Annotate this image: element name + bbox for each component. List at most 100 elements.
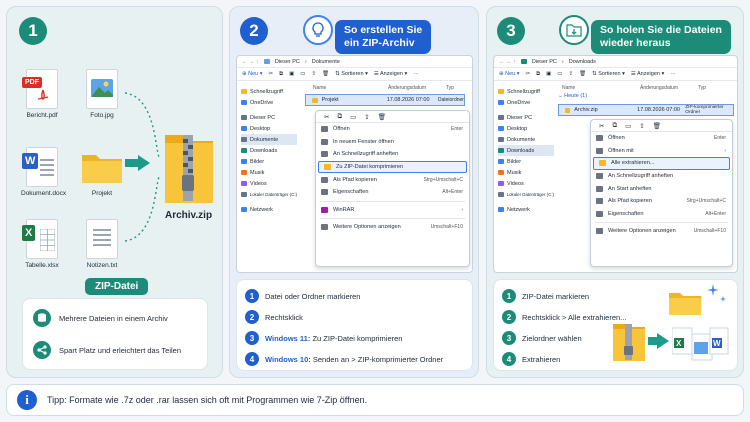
- sidebar-item[interactable]: Netzwerk: [241, 204, 297, 215]
- sidebar-item-active[interactable]: Downloads: [498, 145, 554, 156]
- copy-icon[interactable]: ⧉: [536, 71, 540, 78]
- rename-icon[interactable]: ▭: [557, 71, 562, 77]
- menu-item-pin-quick-access[interactable]: An Schnellzugriff anheften: [316, 148, 469, 161]
- delete-icon[interactable]: 🗑: [653, 122, 661, 130]
- delete-icon[interactable]: 🗑: [579, 71, 586, 77]
- menu-item-properties[interactable]: Eigenschaften Alt+Enter: [591, 208, 732, 221]
- sidebar-item[interactable]: OneDrive: [241, 97, 297, 108]
- sort-label: Sortieren: [598, 71, 621, 77]
- sidebar-item[interactable]: Musik: [241, 167, 297, 178]
- steps-box: 1 Datei oder Ordner markieren 2 Rechtsklic…: [236, 279, 473, 371]
- more-icon[interactable]: ···: [413, 71, 419, 77]
- rename-icon[interactable]: ▭: [625, 122, 631, 130]
- info-icon: i: [17, 390, 37, 410]
- sidebar-item[interactable]: Lokaler Datenträger (C:): [498, 189, 554, 200]
- copy-path-icon: [596, 198, 603, 205]
- copy-icon[interactable]: ⧉: [337, 113, 342, 121]
- sidebar-item[interactable]: Desktop: [241, 123, 297, 134]
- sidebar-item[interactable]: Bilder: [498, 156, 554, 167]
- share-icon[interactable]: ⇪: [311, 71, 316, 77]
- menu-item-copy-path[interactable]: Als Pfad kopieren Strg+Umschalt+C: [316, 173, 469, 186]
- delete-icon[interactable]: 🗑: [378, 113, 386, 121]
- view-label: Anzeigen: [637, 71, 660, 77]
- paste-icon[interactable]: ▣: [289, 71, 294, 77]
- step-number-2: 2: [240, 17, 268, 45]
- address-bar[interactable]: ← → ↑ Dieser PC › Dokumente: [237, 56, 472, 68]
- selected-row-projekt[interactable]: Projekt 17.08.2026 07:00 Dateiordner: [305, 94, 465, 106]
- properties-icon: [321, 189, 328, 196]
- cut-icon[interactable]: ✂: [599, 122, 604, 130]
- rename-icon[interactable]: ▭: [300, 71, 305, 77]
- menu-item-open-new-window[interactable]: In neuem Fenster öffnen: [316, 136, 469, 149]
- column-date[interactable]: Änderungsdatum: [640, 85, 698, 91]
- delete-icon[interactable]: 🗑: [322, 71, 329, 77]
- sidebar-item[interactable]: Videos: [498, 178, 554, 189]
- column-date[interactable]: Änderungsdatum: [388, 85, 446, 91]
- sidebar-item-active[interactable]: Dokumente: [241, 134, 297, 145]
- sidebar-item[interactable]: Dokumente: [498, 134, 554, 145]
- cut-icon[interactable]: ✂: [324, 113, 329, 121]
- group-header-today[interactable]: ⌄ Heute (1): [558, 93, 587, 99]
- menu-item-more-options[interactable]: Weitere Optionen anzeigen Umschalt+F10: [316, 221, 469, 234]
- view-button[interactable]: ☰ Anzeigen ▾: [374, 71, 407, 77]
- sort-button[interactable]: ⇅ Sortieren ▾: [592, 71, 625, 77]
- row-type: ZIP-komprimierter Ordner: [685, 105, 724, 115]
- address-bar[interactable]: ← → ↑ Dieser PC › Downloads: [494, 56, 737, 68]
- new-button[interactable]: ⊕ Neu ▾: [242, 71, 263, 77]
- copy-icon[interactable]: ⧉: [612, 122, 617, 130]
- new-button[interactable]: ⊕ Neu ▾: [499, 71, 520, 77]
- sidebar-item[interactable]: Videos: [241, 178, 297, 189]
- sparkle-icon: [707, 284, 726, 302]
- cut-icon[interactable]: ✂: [269, 71, 274, 77]
- menu-item-open-with[interactable]: Öffnen mit ›: [591, 145, 732, 158]
- menu-item-open[interactable]: Öffnen Enter: [591, 132, 732, 145]
- cut-icon[interactable]: ✂: [526, 71, 531, 77]
- sidebar-item[interactable]: Dieser PC: [241, 112, 297, 123]
- step-row: 4 Extrahieren: [502, 352, 560, 366]
- share-icon[interactable]: ⇪: [568, 71, 573, 77]
- menu-item-pin-quick-access[interactable]: An Schnellzugriff anheften: [591, 170, 732, 183]
- nav-sidebar: Schnellzugriff OneDrive Dieser PC Deskto…: [241, 86, 297, 215]
- tip-bar: i Tipp: Formate wie .7z oder .rar lassen…: [6, 384, 744, 416]
- column-type[interactable]: Typ: [698, 85, 706, 91]
- share-icon[interactable]: ⇪: [639, 122, 644, 130]
- selected-row-archiv-zip[interactable]: Archiv.zip 17.08.2026 07:00 ZIP-komprimi…: [558, 104, 734, 116]
- sort-button[interactable]: ⇅ Sortieren ▾: [335, 71, 368, 77]
- sidebar-item[interactable]: Lokaler Datenträger (C:): [241, 189, 297, 200]
- copy-icon[interactable]: ⧉: [279, 71, 283, 78]
- title-line: wieder heraus: [600, 37, 671, 49]
- menu-item-extract-all[interactable]: Alle extrahieren...: [593, 157, 730, 170]
- column-type[interactable]: Typ: [446, 85, 454, 91]
- sidebar-item[interactable]: Dieser PC: [498, 112, 554, 123]
- context-menu: ✂ ⧉ ▭ ⇪ 🗑 Öffnen Enter In neuem Fenster öffne…: [315, 110, 470, 267]
- sidebar-item[interactable]: Schnellzugriff: [241, 86, 297, 97]
- breadcrumb-root[interactable]: Dieser PC: [275, 59, 300, 65]
- sidebar-item[interactable]: Downloads: [241, 145, 297, 156]
- more-icon[interactable]: ···: [670, 71, 676, 77]
- menu-item-pin-start[interactable]: An Start anheften: [591, 182, 732, 195]
- share-icon[interactable]: ⇪: [364, 113, 369, 121]
- menu-item-more-options[interactable]: Weitere Optionen anzeigen Umschalt+F10: [591, 225, 732, 238]
- sidebar-item[interactable]: Musik: [498, 167, 554, 178]
- menu-item-properties[interactable]: Eigenschaften Alt+Enter: [316, 186, 469, 199]
- column-name[interactable]: Name: [313, 85, 388, 91]
- view-button[interactable]: ☰ Anzeigen ▾: [631, 71, 664, 77]
- file-label: Projekt: [91, 190, 113, 197]
- menu-item-copy-path[interactable]: Als Pfad kopieren Strg+Umschalt+C: [591, 195, 732, 208]
- sidebar-item[interactable]: Schnellzugriff: [498, 86, 554, 97]
- zip-icon: [324, 164, 331, 171]
- menu-item-open[interactable]: Öffnen Enter: [316, 123, 469, 136]
- breadcrumb-folder[interactable]: Dokumente: [312, 59, 340, 65]
- sidebar-item[interactable]: OneDrive: [498, 97, 554, 108]
- breadcrumb-root[interactable]: Dieser PC: [532, 59, 557, 65]
- sidebar-item[interactable]: Netzwerk: [498, 204, 554, 215]
- menu-item-compress-zip[interactable]: Zu ZIP-Datei komprimieren: [318, 160, 467, 174]
- column-name[interactable]: Name: [562, 85, 640, 91]
- feature-row: Mehrere Dateien in einem Archiv: [33, 309, 168, 327]
- breadcrumb-folder[interactable]: Downloads: [569, 59, 596, 65]
- menu-item-winrar[interactable]: WinRAR ›: [316, 204, 469, 217]
- paste-icon[interactable]: ▣: [546, 71, 551, 77]
- sidebar-item[interactable]: Desktop: [498, 123, 554, 134]
- rename-icon[interactable]: ▭: [350, 113, 356, 121]
- sidebar-item[interactable]: Bilder: [241, 156, 297, 167]
